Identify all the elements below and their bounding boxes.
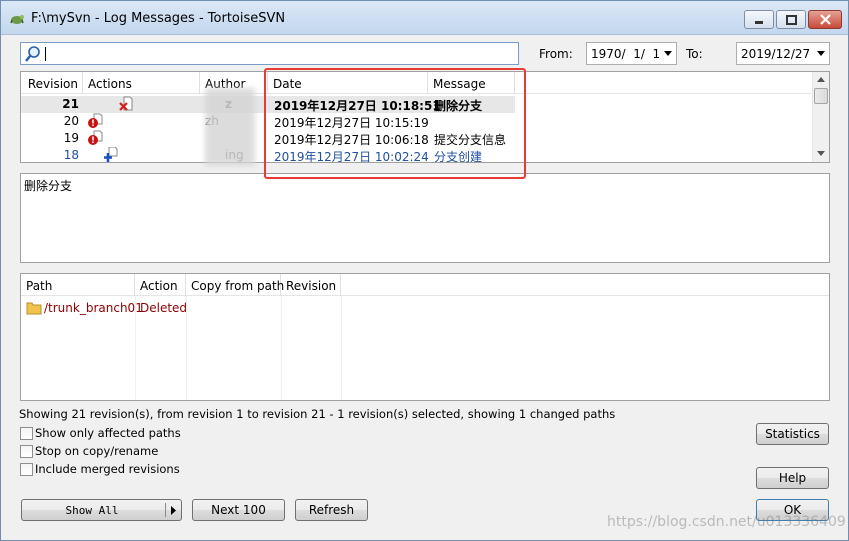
log-message-text: 删除分支 [24, 179, 73, 193]
include-merged-label[interactable]: Include merged revisions [35, 462, 180, 476]
minimize-icon [755, 20, 763, 24]
revision-message: 删除分支 [434, 99, 483, 113]
maximize-button[interactable] [776, 10, 806, 29]
statistics-button[interactable]: Statistics [756, 423, 829, 445]
modified-icon [88, 130, 103, 145]
chevron-down-icon [817, 51, 825, 56]
search-icon [25, 46, 40, 62]
to-label: To: [686, 47, 703, 61]
revision-number: 20 [63, 114, 79, 128]
path-action: Deleted [140, 301, 188, 315]
revision-list-scrollbar[interactable] [812, 72, 829, 162]
column-header-revision[interactable]: Revision [281, 274, 341, 296]
path-name: /trunk_branch01 [44, 301, 143, 315]
column-header-actions[interactable]: Actions [83, 72, 200, 94]
split-arrow-icon[interactable] [170, 506, 178, 515]
close-button[interactable] [808, 10, 842, 29]
refresh-button[interactable]: Refresh [295, 499, 368, 521]
from-date-picker[interactable]: 1970/ 1/ 1 [586, 42, 677, 65]
next-100-button[interactable]: Next 100 [192, 499, 285, 521]
paths-header: Path Action Copy from path Revision [21, 274, 829, 296]
chevron-down-icon [664, 51, 672, 56]
changed-paths-list[interactable]: Path Action Copy from path Revision /tru… [20, 273, 830, 401]
revision-date: 2019年12月27日 10:15:19 [274, 116, 429, 130]
column-header-revision[interactable]: Revision [21, 72, 83, 94]
to-date-value: 2019/12/27 [741, 47, 811, 61]
column-header-action[interactable]: Action [135, 274, 186, 296]
revision-list[interactable]: Revision Actions Author Date Message 21 … [20, 71, 830, 166]
search-input[interactable] [20, 42, 519, 65]
from-date-value: 1970/ 1/ 1 [591, 47, 661, 61]
revision-number: 19 [63, 131, 79, 145]
column-header-path[interactable]: Path [21, 274, 135, 296]
revision-row[interactable]: 21 z 2019年12月27日 10:18:51 删除分支 [21, 96, 515, 113]
revision-message: 提交分支信息 [434, 133, 507, 147]
include-merged-checkbox[interactable] [20, 463, 33, 476]
close-icon [819, 14, 831, 25]
revision-message: 分支创建 [434, 150, 483, 164]
revision-date: 2019年12月27日 10:18:51 [274, 99, 441, 113]
help-button[interactable]: Help [756, 467, 829, 489]
path-row[interactable]: /trunk_branch01 Deleted [21, 300, 341, 317]
log-messages-window: F:\mySvn - Log Messages - TortoiseSVN Fr… [0, 0, 849, 541]
scroll-up-icon[interactable] [817, 77, 825, 82]
added-icon [104, 147, 118, 162]
modified-icon [88, 113, 103, 128]
column-header-message[interactable]: Message [428, 72, 515, 94]
scroll-down-icon[interactable] [817, 151, 825, 156]
scroll-thumb[interactable] [814, 88, 828, 104]
stop-copy-label[interactable]: Stop on copy/rename [35, 444, 158, 458]
revision-number: 18 [63, 148, 79, 162]
affected-paths-label[interactable]: Show only affected paths [35, 426, 181, 440]
title-bar[interactable]: F:\mySvn - Log Messages - TortoiseSVN [1, 1, 848, 35]
revision-row[interactable]: 18 ing 2019年12月27日 10:02:24 分支创建 [21, 147, 515, 164]
log-message-box[interactable]: 删除分支 [20, 173, 830, 263]
author-blur [205, 88, 255, 166]
column-header-date[interactable]: Date [268, 72, 428, 94]
show-all-button[interactable]: Show All [21, 499, 182, 521]
stop-copy-checkbox[interactable] [20, 445, 33, 458]
maximize-icon [785, 14, 797, 25]
folder-icon [26, 302, 42, 315]
revision-row[interactable]: 20 zh 2019年12月27日 10:15:19 [21, 113, 515, 130]
revision-date: 2019年12月27日 10:02:24 [274, 150, 429, 164]
column-header-copy-from[interactable]: Copy from path [186, 274, 284, 296]
to-date-picker[interactable]: 2019/12/27 [736, 42, 830, 65]
text-caret [45, 47, 46, 61]
revision-row[interactable]: 19 2019年12月27日 10:06:18 提交分支信息 [21, 130, 515, 147]
revision-date: 2019年12月27日 10:06:18 [274, 133, 429, 147]
minimize-button[interactable] [744, 10, 774, 29]
delete-icon [119, 96, 133, 111]
tortoisesvn-icon [10, 15, 24, 24]
status-text: Showing 21 revision(s), from revision 1 … [19, 407, 616, 421]
show-all-label: Show All [65, 503, 119, 517]
watermark: https://blog.csdn.net/u013336409 [607, 514, 846, 530]
revision-list-header: Revision Actions Author Date Message [21, 72, 811, 94]
window-title: F:\mySvn - Log Messages - TortoiseSVN [31, 11, 286, 26]
from-label: From: [539, 47, 573, 61]
affected-paths-checkbox[interactable] [20, 427, 33, 440]
revision-number: 21 [62, 97, 79, 111]
